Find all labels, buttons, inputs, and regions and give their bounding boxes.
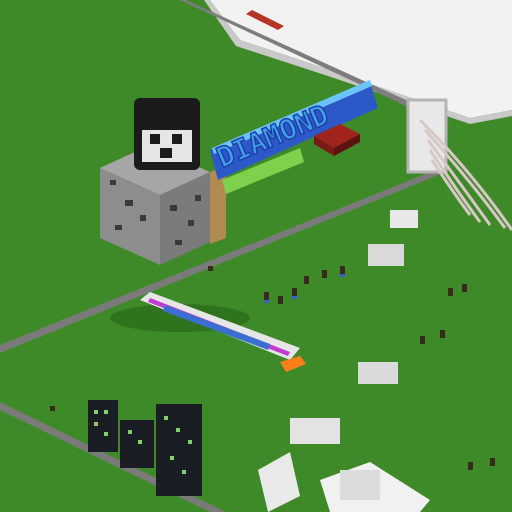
skull-head-icon <box>134 98 200 170</box>
small-build-1 <box>368 244 404 266</box>
mob-blue-3 <box>340 274 345 277</box>
small-pad <box>390 210 418 228</box>
small-build-3 <box>290 418 340 444</box>
mob-blue-2 <box>292 296 297 299</box>
mob-blue-1 <box>264 300 269 303</box>
rail-gate <box>406 98 448 174</box>
small-build-2 <box>358 362 398 384</box>
game-viewport[interactable]: DIAMOND <box>0 0 512 512</box>
